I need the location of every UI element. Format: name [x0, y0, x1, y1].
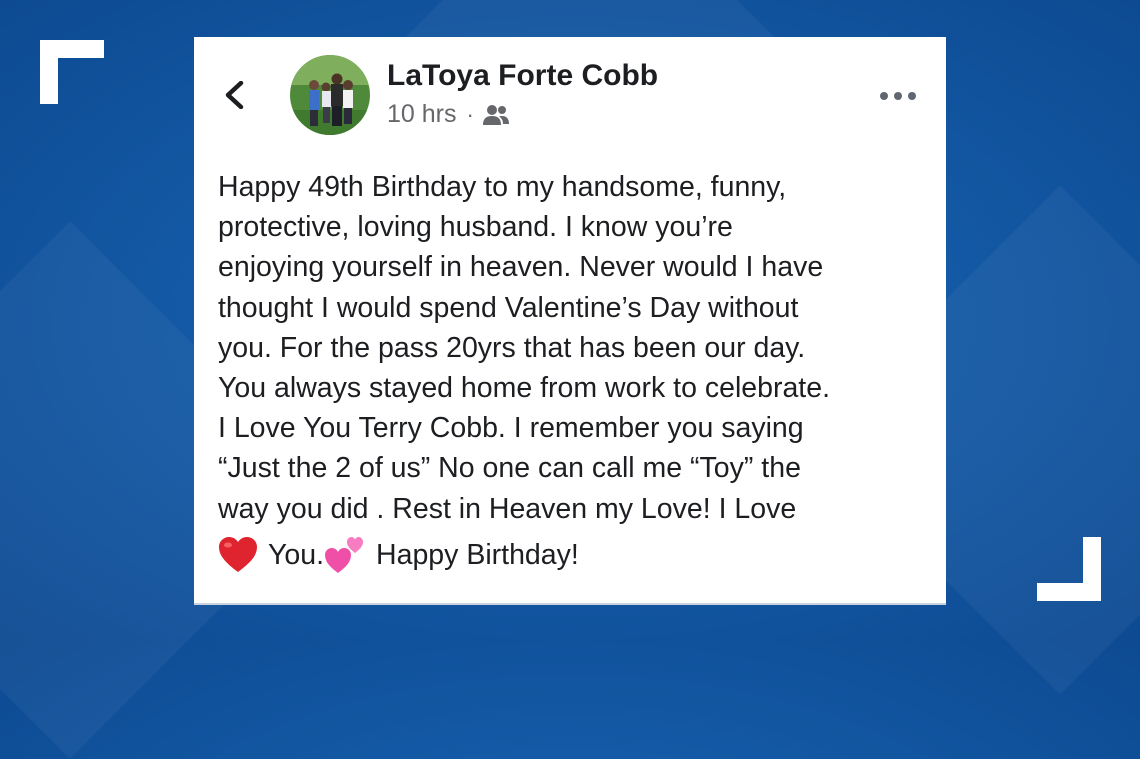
frame-corner-top-left [40, 40, 104, 104]
post-text-line: Happy 49th Birthday to my handsome, funn… [218, 171, 787, 203]
post-text-line: protective, loving husband. I know you’r… [218, 211, 733, 244]
more-options-dot [908, 92, 916, 100]
post-text-line: You always stayed home from work to cele… [218, 372, 830, 405]
post-body: Happy 49th Birthday to my handsome, funn… [218, 167, 933, 529]
post-text-line: “Just the 2 of us” No one can call me “T… [218, 452, 801, 485]
closing-birthday-text: Happy Birthday! [376, 538, 579, 571]
post-closing-line: You. Happy Birthday! [218, 535, 579, 575]
red-heart-emoji [219, 537, 257, 572]
more-options-dot [894, 92, 902, 100]
post-timestamp[interactable]: 10 hrs [387, 100, 456, 129]
back-arrow-icon [225, 80, 244, 110]
back-button[interactable] [224, 80, 244, 110]
post-text-line: way you did . Rest in Heaven my Love! I … [218, 492, 797, 525]
avatar[interactable] [290, 55, 370, 135]
post-text-line: I Love You Terry Cobb. I remember you sa… [218, 412, 804, 445]
more-options-button[interactable] [880, 91, 916, 101]
friends-icon [482, 104, 509, 125]
frame-corner-bottom-right [1037, 537, 1101, 601]
closing-you-text: You. [268, 538, 325, 571]
post-meta: 10 hrs · [387, 100, 510, 129]
meta-separator: · [466, 101, 474, 127]
post-text-line: thought I would spend Valentine’s Day wi… [218, 291, 799, 324]
post-text-line: you. For the pass 20yrs that has been ou… [218, 331, 806, 364]
two-hearts-emoji [325, 537, 364, 573]
facebook-post-card: LaToya Forte Cobb 10 hrs · Happy 49th Bi… [194, 37, 946, 603]
post-text-line: enjoying yourself in heaven. Never would… [218, 251, 824, 284]
post-author-name[interactable]: LaToya Forte Cobb [387, 59, 658, 93]
more-options-icon [880, 92, 888, 100]
